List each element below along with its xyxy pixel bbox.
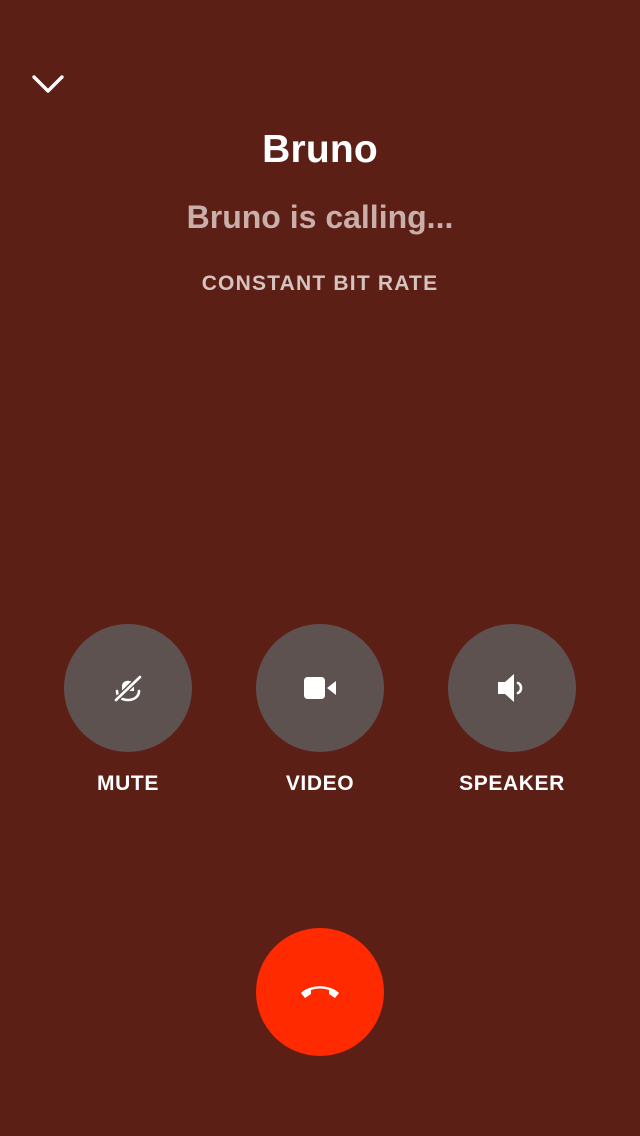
speaker-label: SPEAKER	[459, 772, 565, 795]
end-call-icon	[301, 986, 339, 998]
call-screen: Bruno Bruno is calling... CONSTANT BIT R…	[0, 0, 640, 1136]
video-control: VIDEO	[240, 624, 400, 796]
end-call-button[interactable]	[256, 928, 384, 1056]
speaker-icon	[498, 674, 523, 702]
speaker-button[interactable]	[448, 624, 576, 752]
mic-off-icon	[113, 674, 143, 703]
caller-name: Bruno	[262, 128, 378, 171]
call-quality-label: CONSTANT BIT RATE	[201, 272, 439, 295]
mute-label: MUTE	[97, 772, 159, 795]
call-status: Bruno is calling...	[186, 199, 454, 235]
chevron-down-icon	[32, 75, 64, 93]
collapse-button[interactable]	[24, 62, 72, 106]
video-label: VIDEO	[285, 772, 355, 795]
call-controls: MUTE VIDEO SPEAKER	[0, 624, 640, 804]
video-camera-icon	[304, 677, 336, 699]
speaker-control: SPEAKER	[432, 624, 592, 796]
mute-control: MUTE	[48, 624, 208, 796]
mute-button[interactable]	[64, 624, 192, 752]
video-button[interactable]	[256, 624, 384, 752]
